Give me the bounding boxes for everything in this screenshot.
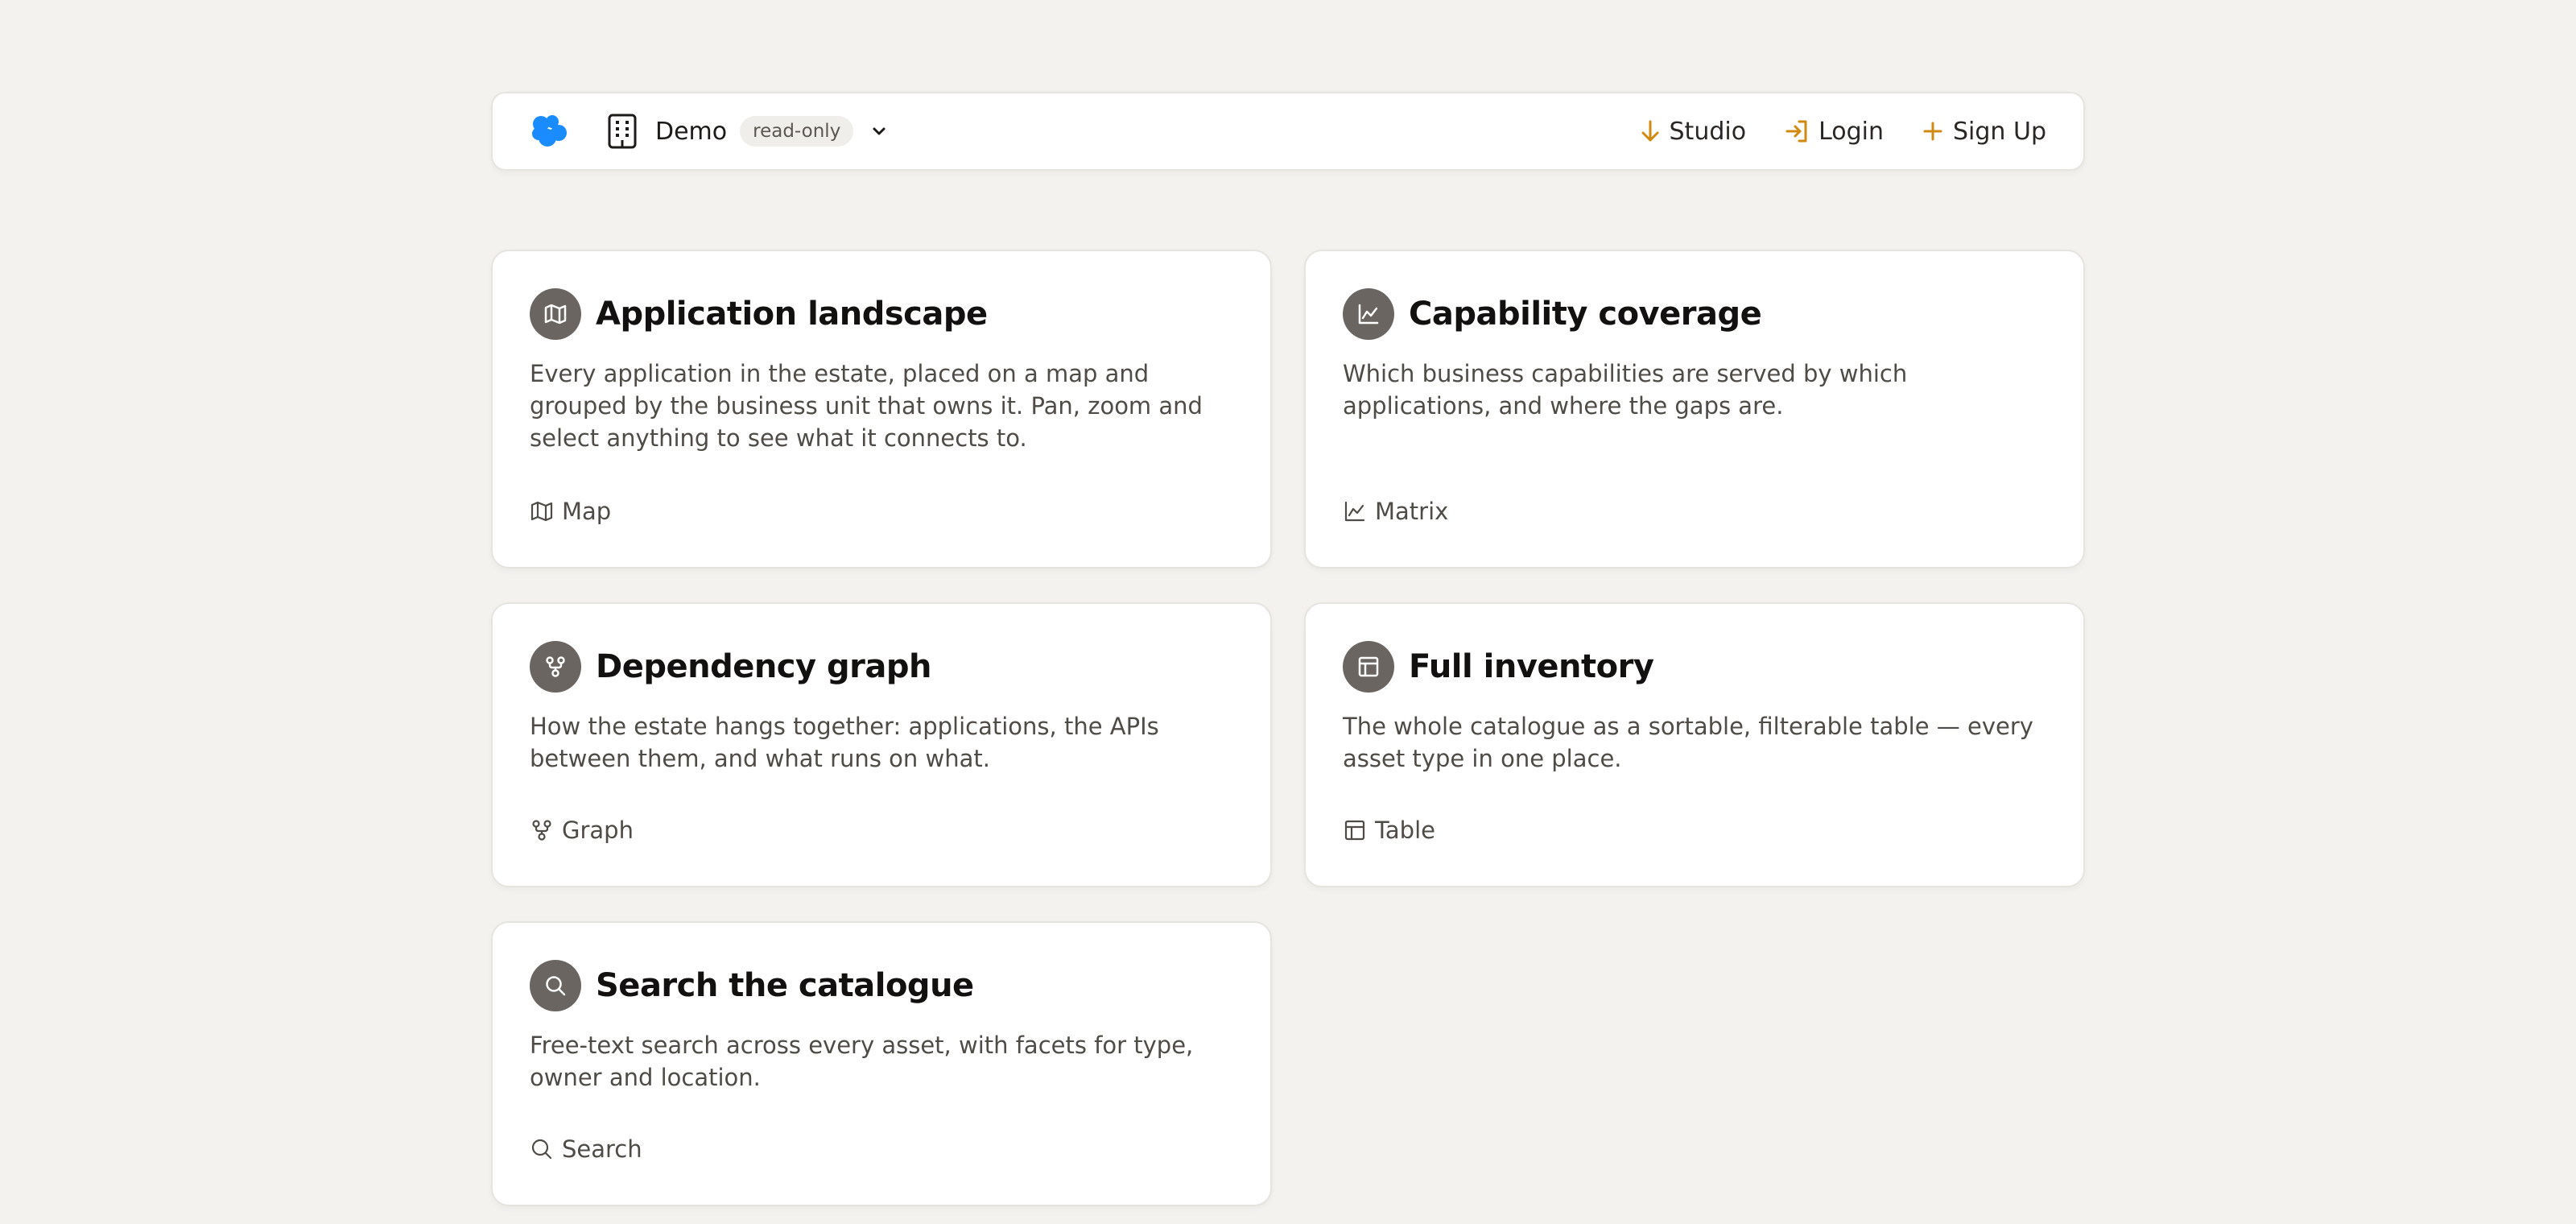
- table-icon: [1343, 641, 1394, 693]
- chevron-down-icon: [871, 122, 889, 140]
- card-full-inventory[interactable]: Full inventory The whole catalogue as a …: [1304, 602, 2085, 887]
- login-link[interactable]: Login: [1785, 118, 1884, 146]
- map-icon: [530, 288, 581, 340]
- card-description: Every application in the estate, placed …: [530, 360, 1203, 452]
- organization-name: Demo: [655, 117, 728, 146]
- sign-up-link[interactable]: Sign Up: [1922, 118, 2046, 146]
- arrow-down-icon: [1641, 120, 1659, 142]
- sign-up-label: Sign Up: [1953, 117, 2046, 146]
- card-description: How the estate hangs together: applicati…: [530, 713, 1159, 772]
- graph-icon: [532, 820, 551, 841]
- page: Demo read-only Studio Login Sign Up Appl…: [491, 92, 2085, 1206]
- view-cards-grid: Application landscape Every application …: [491, 250, 2085, 1206]
- read-only-badge: read-only: [740, 116, 854, 147]
- card-title: Full inventory: [1409, 648, 1654, 685]
- matrix-link[interactable]: Matrix: [1343, 498, 1448, 525]
- card-title: Search the catalogue: [596, 967, 974, 1004]
- map-icon: [530, 501, 553, 522]
- card-capability-coverage[interactable]: Capability coverage Which business capab…: [1304, 250, 2085, 569]
- table-icon: [1344, 820, 1365, 841]
- logo-icon[interactable]: [530, 112, 568, 151]
- chart-icon: [1343, 288, 1394, 340]
- chart-icon: [1344, 501, 1365, 522]
- login-label: Login: [1818, 117, 1885, 146]
- graph-link[interactable]: Graph: [530, 817, 634, 844]
- card-description: Which business capabilities are served b…: [1343, 360, 1908, 420]
- card-search-the-catalogue[interactable]: Search the catalogue Free-text search ac…: [491, 921, 1272, 1206]
- building-icon: [607, 113, 641, 150]
- plus-icon: [1923, 122, 1942, 141]
- table-link[interactable]: Table: [1343, 817, 1435, 844]
- search-link[interactable]: Search: [530, 1135, 642, 1163]
- card-title: Capability coverage: [1409, 296, 1762, 333]
- card-link-label: Map: [562, 498, 612, 525]
- studio-label: Studio: [1669, 117, 1747, 146]
- card-link-label: Graph: [562, 817, 634, 844]
- card-link-label: Search: [562, 1135, 642, 1163]
- card-title: Dependency graph: [596, 648, 931, 685]
- login-icon: [1785, 120, 1807, 143]
- card-title: Application landscape: [596, 296, 988, 333]
- card-description: Free-text search across every asset, wit…: [530, 1032, 1194, 1091]
- card-link-label: Table: [1375, 817, 1435, 844]
- card-description: The whole catalogue as a sortable, filte…: [1343, 713, 2033, 772]
- card-link-label: Matrix: [1375, 498, 1449, 525]
- organization-switcher[interactable]: Demo read-only: [607, 113, 889, 150]
- map-link[interactable]: Map: [530, 498, 611, 525]
- card-application-landscape[interactable]: Application landscape Every application …: [491, 250, 1272, 569]
- card-dependency-graph[interactable]: Dependency graph How the estate hangs to…: [491, 602, 1272, 887]
- top-navigation-bar: Demo read-only Studio Login Sign Up: [491, 92, 2085, 171]
- search-icon: [530, 960, 581, 1011]
- graph-icon: [530, 641, 581, 693]
- studio-link[interactable]: Studio: [1641, 117, 1747, 146]
- search-icon: [531, 1139, 552, 1160]
